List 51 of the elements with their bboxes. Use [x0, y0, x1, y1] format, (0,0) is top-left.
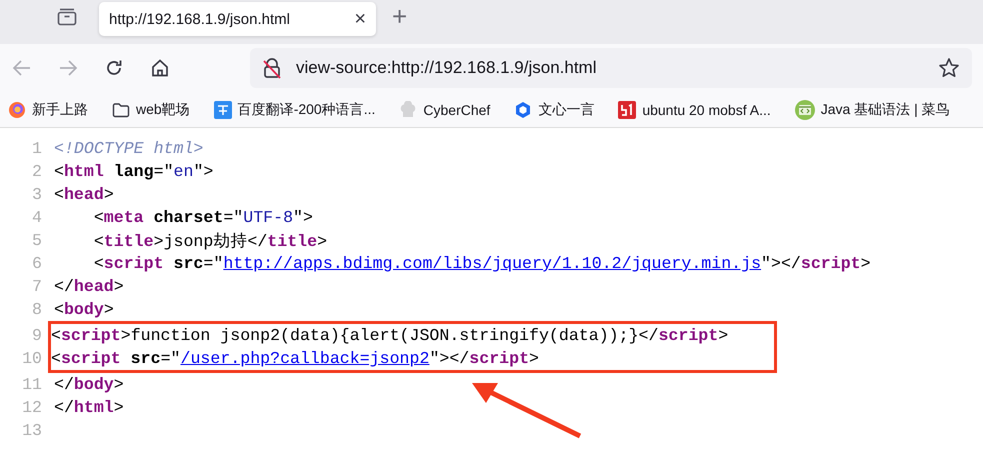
line-number: 10	[21, 349, 42, 368]
bookmark-item[interactable]: 新手上路	[8, 100, 88, 118]
line-number: 11	[21, 375, 42, 394]
code-line: <body>	[54, 300, 114, 319]
code-line: <script>function jsonp2(data){alert(JSON.stringify(data));}</script>	[51, 326, 728, 345]
tab-title: http://192.168.1.9/json.html	[109, 10, 291, 28]
code-line: <script src="/user.php?callback=jsonp2"></script>	[51, 349, 539, 368]
line-number: 2	[31, 162, 42, 181]
line-number: 7	[31, 277, 42, 296]
new-tab-button[interactable]: +	[392, 2, 408, 30]
bookmark-item[interactable]: Java 基础语法 | 菜鸟	[794, 100, 950, 120]
code-line: <meta charset="UTF-8">	[92, 208, 313, 227]
source-link[interactable]: http://apps.bdimg.com/libs/jquery/1.10.2/jquery.min.js	[223, 254, 762, 273]
code-line: <html lang="en">	[54, 162, 214, 181]
line-number: 3	[31, 185, 42, 204]
star-icon[interactable]	[938, 57, 960, 79]
address-field[interactable]: view-source:http://192.168.1.9/json.html	[250, 48, 972, 88]
line-number: 9	[31, 326, 42, 345]
bookmark-item[interactable]: 文心一言	[514, 100, 594, 118]
folder-icon	[112, 102, 130, 118]
home-icon[interactable]	[150, 58, 170, 78]
line-number: 12	[21, 398, 42, 417]
number-logo-icon	[618, 100, 636, 118]
source-link[interactable]: /user.php?callback=jsonp2	[180, 349, 430, 368]
insecure-lock-icon	[262, 57, 282, 79]
line-number: 1	[31, 139, 42, 158]
line-number: 8	[31, 300, 42, 319]
bookmark-item[interactable]: CyberChef	[399, 100, 490, 118]
fox-globe-icon	[8, 100, 26, 118]
browser-tab[interactable]: http://192.168.1.9/json.html ×	[99, 2, 376, 36]
translate-icon	[214, 100, 232, 118]
code-line: </html>	[54, 398, 124, 417]
bookmark-item[interactable]: ubuntu 20 mobsf A...	[618, 100, 771, 118]
code-line: </head>	[54, 277, 124, 296]
close-icon[interactable]: ×	[354, 8, 366, 30]
line-number: 4	[31, 208, 42, 227]
code-line: <title>jsonp劫持</title>	[92, 230, 328, 252]
line-number: 5	[31, 231, 42, 250]
code-window-icon	[794, 100, 815, 120]
code-line: <head>	[54, 185, 114, 204]
line-number: 13	[21, 421, 42, 440]
bookmark-item[interactable]: web靶场	[112, 100, 190, 118]
code-line: <!DOCTYPE html>	[54, 139, 204, 158]
tab-list-icon[interactable]	[57, 8, 77, 26]
chef-hat-icon	[399, 100, 418, 118]
code-line: <script src="http://apps.bdimg.com/libs/jquery/1.10.2/jquery.min.js"></script>	[92, 254, 871, 273]
reload-icon[interactable]	[104, 58, 124, 78]
code-line: </body>	[54, 375, 124, 394]
hexagon-icon	[514, 100, 532, 118]
bookmark-item[interactable]: 百度翻译-200种语言...	[214, 100, 376, 118]
line-number: 6	[31, 254, 42, 273]
